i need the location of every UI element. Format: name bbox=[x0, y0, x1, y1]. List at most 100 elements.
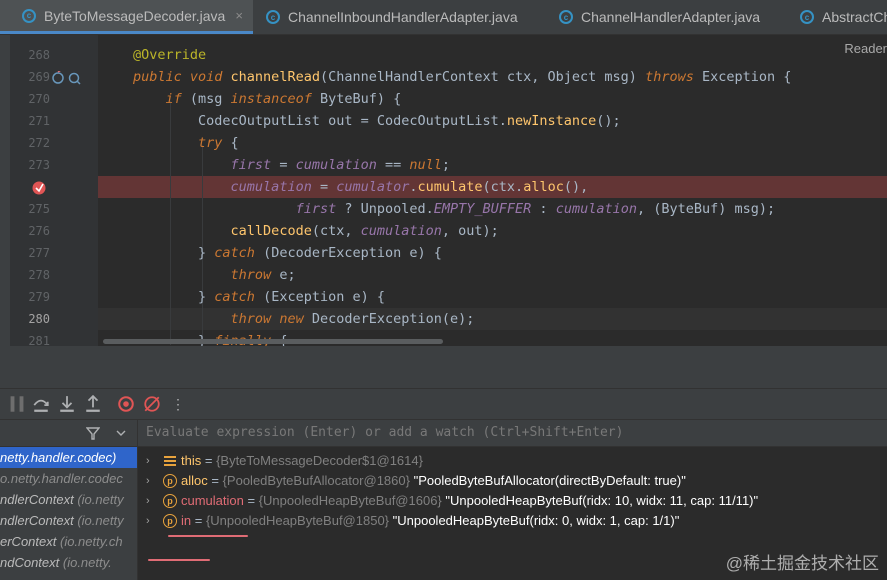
debug-header bbox=[0, 346, 887, 389]
expand-chevron-icon[interactable]: › bbox=[146, 471, 150, 491]
code-token: (), bbox=[563, 179, 589, 195]
variable-equals: = bbox=[243, 493, 259, 508]
code-token: try bbox=[198, 135, 231, 151]
frame-method: ndContext bbox=[0, 555, 63, 570]
code-token: ByteBuf) { bbox=[319, 91, 402, 107]
code-token: cumulator bbox=[336, 179, 410, 195]
stack-frame[interactable]: o.netty.handler.codec bbox=[0, 468, 137, 489]
mute-breakpoints-icon[interactable] bbox=[143, 395, 161, 413]
variable-row[interactable]: › p alloc = {PooledByteBufAllocator@1860} … bbox=[138, 471, 887, 491]
code-token: throw new bbox=[230, 311, 312, 327]
code-token: DecoderException(e); bbox=[311, 311, 475, 327]
stack-frame[interactable]: netty.handler.codec) bbox=[0, 447, 137, 468]
variable-value: "PooledByteBufAllocator(directByDefault:… bbox=[409, 473, 686, 488]
tab-channelhandleradapter[interactable]: c ChannelHandlerAdapter.java bbox=[559, 0, 760, 34]
step-into-icon[interactable] bbox=[58, 395, 76, 413]
code-token: null bbox=[409, 157, 442, 173]
code-token: (ctx. bbox=[482, 179, 524, 195]
variable-row[interactable]: › p in = {UnpooledHeapByteBuf@1850} "Unpoo… bbox=[138, 511, 887, 531]
tab-abstractch[interactable]: c AbstractCh bbox=[800, 0, 887, 34]
code-token: } bbox=[133, 245, 215, 261]
java-class-icon: c bbox=[559, 10, 573, 24]
frames-header bbox=[0, 420, 137, 447]
override-method-icon[interactable] bbox=[52, 71, 82, 85]
expand-chevron-icon[interactable]: › bbox=[146, 511, 150, 531]
breakpoint-icon[interactable] bbox=[31, 180, 47, 196]
evaluate-expression-input[interactable]: Evaluate expression (Enter) or add a wat… bbox=[146, 420, 623, 446]
stack-frame[interactable]: ndlerContext (io.netty bbox=[0, 489, 137, 510]
variable-row[interactable]: › this = {ByteToMessageDecoder$1@1614} bbox=[138, 451, 887, 471]
editor-tab-bar: c ByteToMessageDecoder.java × c ChannelI… bbox=[0, 0, 887, 35]
variable-type: {UnpooledHeapByteBuf@1606} bbox=[258, 493, 442, 508]
code-line[interactable]: throw new DecoderException(e); bbox=[133, 308, 475, 330]
code-line[interactable]: cumulation = cumulator.cumulate(ctx.allo… bbox=[133, 176, 589, 198]
code-token: = bbox=[311, 179, 337, 195]
evaluate-expression-bar[interactable]: Evaluate expression (Enter) or add a wat… bbox=[138, 420, 887, 447]
code-token: (ChannelHandlerContext ctx, Object msg) bbox=[319, 69, 646, 85]
debug-tool-window: ⋮ netty.handler.codec) o.netty.handler.co… bbox=[0, 346, 887, 580]
reader-mode-toggle[interactable]: Reader bbox=[844, 41, 887, 56]
frame-package: (io.netty. bbox=[62, 555, 112, 570]
tab-label: ChannelInboundHandlerAdapter.java bbox=[288, 9, 518, 25]
java-class-icon: c bbox=[22, 8, 36, 23]
code-token: alloc bbox=[523, 179, 564, 195]
pause-icon[interactable] bbox=[8, 395, 26, 413]
more-options-icon[interactable]: ⋮ bbox=[169, 395, 187, 413]
code-line[interactable]: @Override bbox=[133, 44, 206, 66]
variable-equals: = bbox=[191, 513, 206, 528]
stack-frame[interactable]: ndlerContext (io.netty bbox=[0, 510, 137, 531]
step-out-icon[interactable] bbox=[84, 395, 102, 413]
stack-frame[interactable]: ndContext (io.netty. bbox=[0, 552, 137, 573]
code-token: : bbox=[531, 201, 556, 217]
code-token: EMPTY_BUFFER bbox=[433, 201, 532, 217]
tab-bytetomessagedecoder[interactable]: c ByteToMessageDecoder.java × bbox=[0, 0, 253, 34]
code-line[interactable]: try { bbox=[133, 132, 239, 154]
view-breakpoints-icon[interactable] bbox=[117, 395, 135, 413]
filter-icon[interactable] bbox=[86, 426, 100, 440]
chevron-down-icon[interactable] bbox=[116, 428, 126, 438]
code-token: newInstance bbox=[506, 113, 597, 129]
annotation-underline bbox=[168, 535, 248, 537]
horizontal-scrollbar[interactable] bbox=[103, 339, 443, 344]
code-line[interactable]: } catch (DecoderException e) { bbox=[133, 242, 442, 264]
code-token: public void bbox=[133, 69, 231, 85]
line-number: 277 bbox=[28, 246, 50, 260]
variable-row[interactable]: › p cumulation = {UnpooledHeapByteBuf@1606… bbox=[138, 491, 887, 511]
tab-channelinboundhandleradapter[interactable]: c ChannelInboundHandlerAdapter.java bbox=[266, 0, 518, 34]
frame-method: erContext bbox=[0, 534, 60, 549]
code-line[interactable]: first ? Unpooled.EMPTY_BUFFER : cumulati… bbox=[133, 198, 776, 220]
variable-type: {PooledByteBufAllocator@1860} bbox=[222, 473, 410, 488]
code-line[interactable]: } catch (Exception e) { bbox=[133, 286, 385, 308]
code-line[interactable]: first = cumulation == null; bbox=[133, 154, 450, 176]
code-token: (Exception e) { bbox=[263, 289, 385, 305]
variable-value: "UnpooledHeapByteBuf(ridx: 10, widx: 11,… bbox=[441, 493, 759, 508]
line-number: 270 bbox=[28, 92, 50, 106]
code-token: ? Unpooled. bbox=[336, 201, 434, 217]
code-token: first bbox=[230, 157, 272, 173]
expand-chevron-icon[interactable]: › bbox=[146, 491, 150, 511]
code-line[interactable]: callDecode(ctx, cumulation, out); bbox=[133, 220, 499, 242]
code-line[interactable]: throw e; bbox=[133, 264, 296, 286]
frames-list[interactable]: netty.handler.codec) o.netty.handler.code… bbox=[0, 420, 138, 580]
java-class-icon: c bbox=[266, 10, 280, 24]
code-token: cumulation bbox=[295, 157, 377, 173]
code-line[interactable]: public void channelRead(ChannelHandlerCo… bbox=[133, 66, 791, 88]
stack-frame[interactable]: erContext (io.netty.ch bbox=[0, 531, 137, 552]
code-line[interactable]: if (msg instanceof ByteBuf) { bbox=[133, 88, 402, 110]
step-over-icon[interactable] bbox=[32, 395, 50, 413]
variable-type: {UnpooledHeapByteBuf@1850} bbox=[205, 513, 390, 528]
code-token: cumulate bbox=[417, 179, 483, 195]
code-token: if bbox=[165, 91, 190, 107]
tool-window-strip bbox=[0, 35, 10, 346]
code-line[interactable]: CodecOutputList out = CodecOutputList.ne… bbox=[133, 110, 621, 132]
line-number: 276 bbox=[28, 224, 50, 238]
close-tab-icon[interactable]: × bbox=[235, 8, 243, 23]
frame-method: ndlerContext bbox=[0, 513, 78, 528]
variable-name: cumulation bbox=[181, 493, 244, 508]
code-token: @Override bbox=[133, 47, 207, 63]
code-editor[interactable]: 268 269 270 271 272 273 275 276 277 278 279 280 281 … bbox=[0, 35, 887, 346]
expand-chevron-icon[interactable]: › bbox=[146, 451, 150, 471]
